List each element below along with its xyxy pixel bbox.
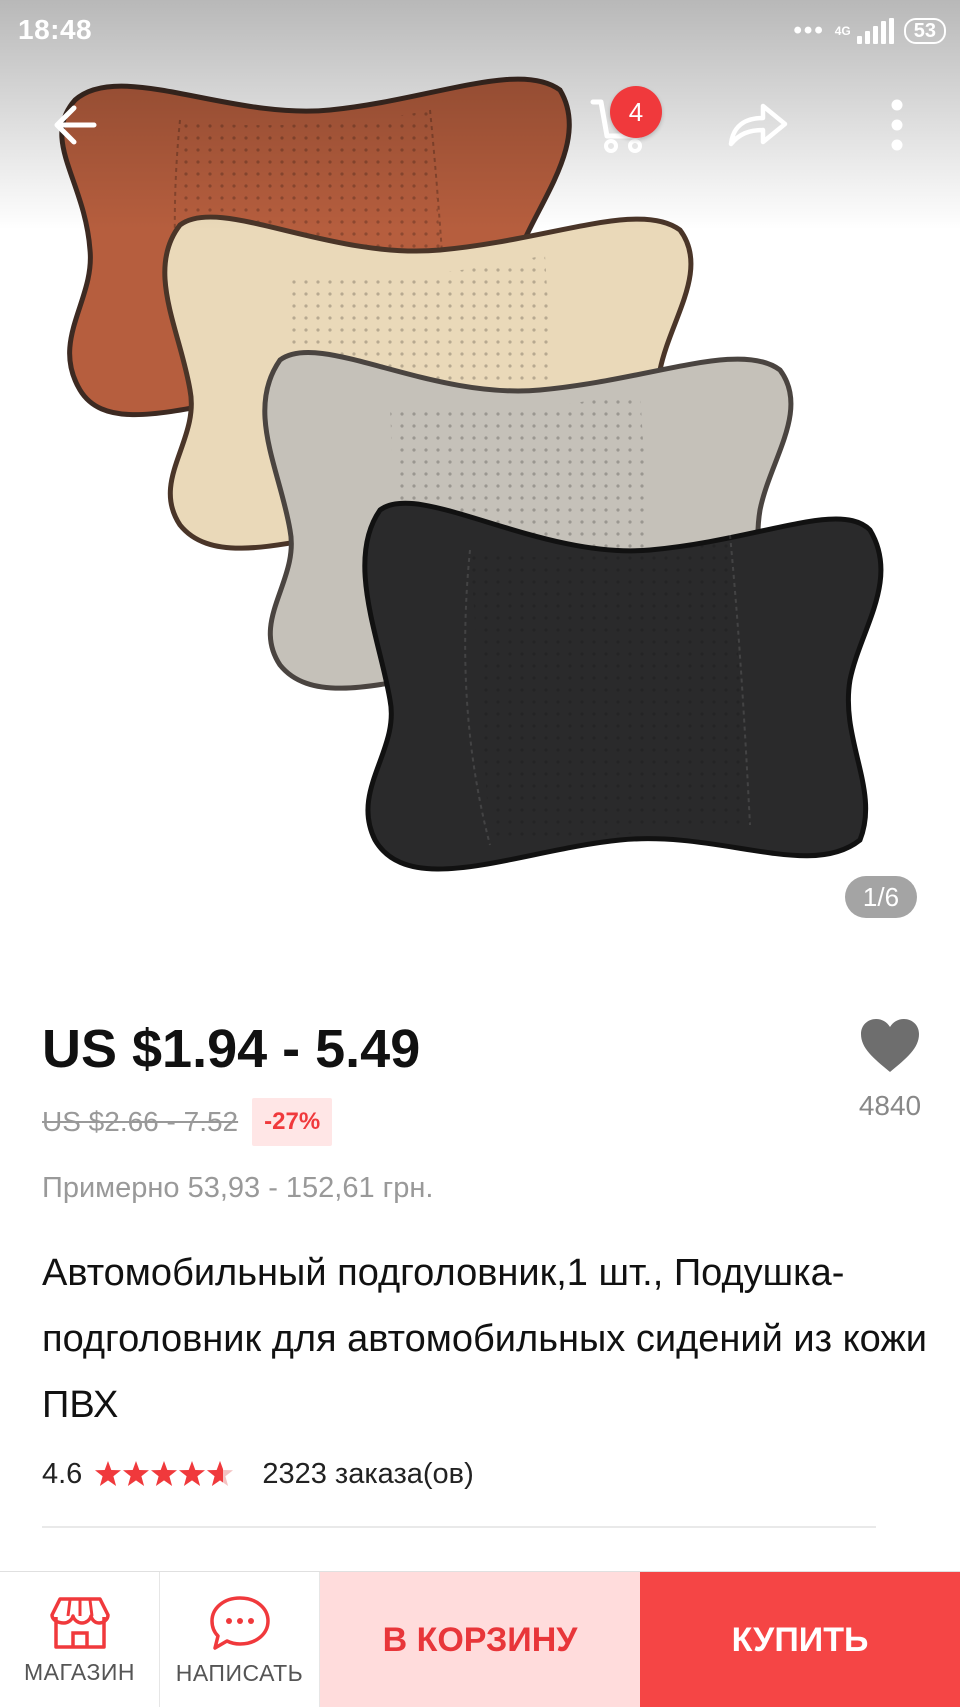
favorite-button[interactable]: 4840	[850, 1012, 930, 1132]
star-icons	[95, 1461, 234, 1486]
orders-count: 2323 заказа(ов)	[262, 1457, 474, 1490]
product-title: Автомобильный подголовник,1 шт., Подушка…	[42, 1252, 927, 1426]
favorites-count: 4840	[858, 1090, 922, 1121]
product-price: US $1.94 - 5.49	[42, 1019, 421, 1079]
message-button[interactable]: НАПИСАТЬ	[160, 1572, 320, 1707]
heart-icon	[861, 1019, 919, 1072]
rating-row[interactable]: 4.6 2323 заказа(ов)	[42, 1452, 474, 1496]
signal-icon	[856, 18, 894, 44]
chat-bubble-icon	[209, 1595, 270, 1650]
rating-value: 4.6	[42, 1457, 83, 1490]
message-label: НАПИСАТЬ	[175, 1659, 304, 1686]
bottom-action-bar: МАГАЗИН НАПИСАТЬ В КОРЗИНУ КУПИТЬ	[0, 1571, 960, 1707]
more-menu-button[interactable]	[852, 80, 942, 170]
network-type: 4G	[834, 24, 851, 38]
status-bar: 18:48 ••• 4G 53	[0, 0, 960, 62]
top-toolbar	[0, 80, 960, 190]
status-time: 18:48	[18, 14, 93, 45]
old-price-row: US $2.66 - 7.52 -27%	[42, 1098, 333, 1146]
store-button[interactable]: МАГАЗИН	[0, 1572, 160, 1707]
back-arrow-icon	[54, 105, 97, 145]
cart-count-badge: 4	[610, 86, 662, 138]
pillow-black	[362, 500, 884, 872]
add-to-cart-button[interactable]: В КОРЗИНУ	[320, 1572, 640, 1707]
discount-badge: -27%	[252, 1098, 333, 1146]
rating-stars	[94, 1460, 234, 1488]
status-icons: ••• 4G 53	[794, 14, 946, 48]
image-page-counter: 1/6	[845, 876, 917, 918]
store-icon	[49, 1596, 110, 1649]
more-vertical-icon	[891, 99, 903, 151]
old-price: US $2.66 - 7.52	[42, 1106, 239, 1137]
share-button[interactable]	[712, 80, 802, 170]
notification-dots-icon: •••	[793, 17, 825, 44]
divider	[42, 1526, 876, 1528]
buy-now-button[interactable]: КУПИТЬ	[640, 1572, 960, 1707]
back-button[interactable]	[30, 80, 120, 170]
battery-icon: 53	[903, 18, 946, 44]
store-label: МАГАЗИН	[23, 1658, 136, 1685]
share-icon	[728, 103, 788, 147]
approx-local-price: Примерно 53,93 - 152,61 грн.	[42, 1172, 434, 1204]
